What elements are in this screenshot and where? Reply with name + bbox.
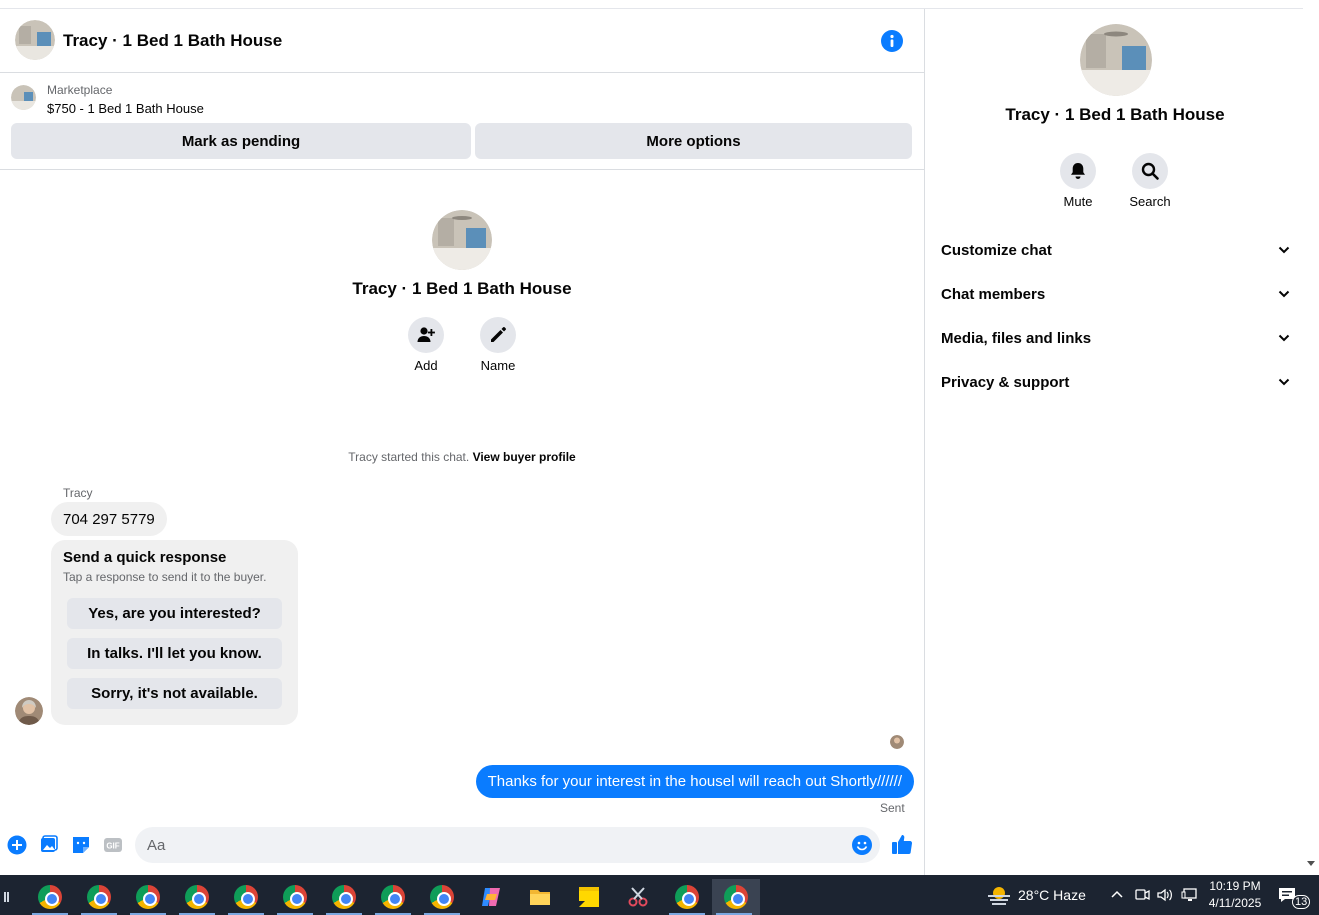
section-customize-chat[interactable]: Customize chat <box>941 234 1291 266</box>
listing-source: Marketplace <box>47 83 113 97</box>
quick-response-title: Send a quick response <box>63 549 227 566</box>
weather-widget[interactable]: 28°C Haze <box>986 875 1086 915</box>
message-composer: GIF <box>0 827 924 863</box>
bell-icon <box>1071 163 1085 179</box>
add-label: Add <box>414 358 438 373</box>
mute-button[interactable] <box>1060 153 1096 189</box>
chevron-down-icon <box>1278 290 1290 298</box>
section-label: Chat members <box>941 285 1046 303</box>
chat-started-notice: Tracy started this chat. View buyer prof… <box>0 450 924 464</box>
page-scrollbar[interactable] <box>1303 0 1319 875</box>
sender-avatar[interactable] <box>15 697 43 725</box>
intro-avatar <box>432 210 492 270</box>
chrome-profile-icon[interactable] <box>224 879 268 915</box>
clock-time: 10:19 PM <box>1209 879 1261 893</box>
window-top-edge <box>0 0 1303 9</box>
notification-center-button[interactable]: 13 <box>1278 875 1311 915</box>
thumbs-up-icon[interactable] <box>891 833 913 855</box>
pencil-icon <box>491 327 506 342</box>
haze-icon <box>988 887 1010 905</box>
chrome-profile-icon[interactable] <box>273 879 317 915</box>
chrome-profile-icon[interactable] <box>77 879 121 915</box>
quick-response-option[interactable]: Yes, are you interested? <box>67 598 282 629</box>
chat-details-panel: Tracy · 1 Bed 1 Bath House Mute Search C… <box>924 9 1304 875</box>
intro-name: Tracy · 1 Bed 1 Bath House <box>352 279 572 298</box>
mute-label: Mute <box>1063 194 1093 209</box>
sticker-icon[interactable] <box>71 835 91 855</box>
copilot-icon[interactable] <box>469 879 513 915</box>
listing-price-title[interactable]: $750 - 1 Bed 1 Bath House <box>47 101 204 116</box>
panel-avatar[interactable] <box>1080 24 1152 96</box>
section-privacy-support[interactable]: Privacy & support <box>941 366 1291 398</box>
seen-indicator-avatar <box>890 735 904 749</box>
name-label: Name <box>480 358 516 373</box>
more-options-button[interactable]: More options <box>475 123 912 159</box>
chevron-down-icon <box>1278 334 1290 342</box>
snipping-tool-icon[interactable] <box>616 879 660 915</box>
photo-icon[interactable] <box>39 835 59 855</box>
notification-count-badge: 13 <box>1292 895 1311 909</box>
emoji-icon[interactable] <box>852 835 872 855</box>
search-button[interactable] <box>1132 153 1168 189</box>
plus-icon[interactable] <box>7 835 27 855</box>
network-icon[interactable] <box>1181 875 1199 915</box>
chrome-profile-icon[interactable] <box>420 879 464 915</box>
marketplace-listing-bar: Marketplace $750 - 1 Bed 1 Bath House Ma… <box>0 73 924 170</box>
chrome-profile-icon[interactable] <box>322 879 366 915</box>
chrome-active-window-icon[interactable] <box>712 879 760 915</box>
chat-started-text: Tracy started this chat. <box>348 450 470 464</box>
section-media-files-links[interactable]: Media, files and links <box>941 322 1291 354</box>
quick-response-option[interactable]: In talks. I'll let you know. <box>67 638 282 669</box>
chevron-down-icon <box>1278 378 1290 386</box>
chrome-profile-icon[interactable] <box>175 879 219 915</box>
search-icon <box>1141 162 1159 180</box>
incoming-message-bubble[interactable]: 704 297 5779 <box>51 502 167 536</box>
gif-icon[interactable]: GIF <box>103 835 123 855</box>
sticky-notes-icon[interactable] <box>567 879 611 915</box>
message-input[interactable] <box>147 835 837 855</box>
chat-avatar[interactable] <box>15 20 55 60</box>
add-person-icon <box>417 327 435 342</box>
quick-response-subtitle: Tap a response to send it to the buyer. <box>63 570 267 584</box>
section-chat-members[interactable]: Chat members <box>941 278 1291 310</box>
weather-text: 28°C Haze <box>1018 887 1086 903</box>
chat-header: Tracy · 1 Bed 1 Bath House <box>0 9 924 73</box>
quick-response-card: Send a quick response Tap a response to … <box>51 540 298 725</box>
chat-pane: Tracy · 1 Bed 1 Bath House Marketplace $… <box>0 9 924 875</box>
chrome-profile-icon[interactable] <box>665 879 709 915</box>
meet-now-icon[interactable] <box>1134 875 1150 915</box>
show-hidden-icons-button[interactable] <box>1110 875 1124 915</box>
outgoing-message-bubble[interactable]: Thanks for your interest in the housel w… <box>475 765 914 798</box>
section-label: Privacy & support <box>941 373 1070 391</box>
quick-response-option[interactable]: Sorry, it's not available. <box>67 678 282 709</box>
task-view-icon[interactable] <box>0 879 14 915</box>
chrome-profile-icon[interactable] <box>126 879 170 915</box>
chevron-up-icon <box>1111 890 1123 898</box>
volume-icon[interactable] <box>1156 875 1174 915</box>
name-button[interactable] <box>480 317 516 353</box>
chevron-down-icon <box>1278 246 1290 254</box>
message-input-wrapper <box>135 827 880 863</box>
panel-name: Tracy · 1 Bed 1 Bath House <box>1005 105 1225 124</box>
view-buyer-profile-link[interactable]: View buyer profile <box>473 450 576 464</box>
system-clock[interactable]: 10:19 PM 4/11/2025 <box>1200 878 1270 912</box>
chrome-profile-icon[interactable] <box>371 879 415 915</box>
message-sender-name: Tracy <box>63 486 93 500</box>
clock-date: 4/11/2025 <box>1208 896 1262 910</box>
add-person-button[interactable] <box>408 317 444 353</box>
section-label: Customize chat <box>941 241 1052 259</box>
windows-taskbar: 28°C Haze 10:19 PM 4/11/2025 13 <box>0 875 1319 915</box>
svg-text:GIF: GIF <box>106 842 119 851</box>
info-icon[interactable] <box>881 30 903 52</box>
chat-title[interactable]: Tracy · 1 Bed 1 Bath House <box>63 31 282 51</box>
section-label: Media, files and links <box>941 329 1092 347</box>
message-status: Sent <box>880 801 905 815</box>
chrome-profile-icon[interactable] <box>28 879 72 915</box>
search-label: Search <box>1129 194 1171 209</box>
listing-thumbnail[interactable] <box>11 85 36 110</box>
file-explorer-icon[interactable] <box>518 879 562 915</box>
mark-as-pending-button[interactable]: Mark as pending <box>11 123 471 159</box>
